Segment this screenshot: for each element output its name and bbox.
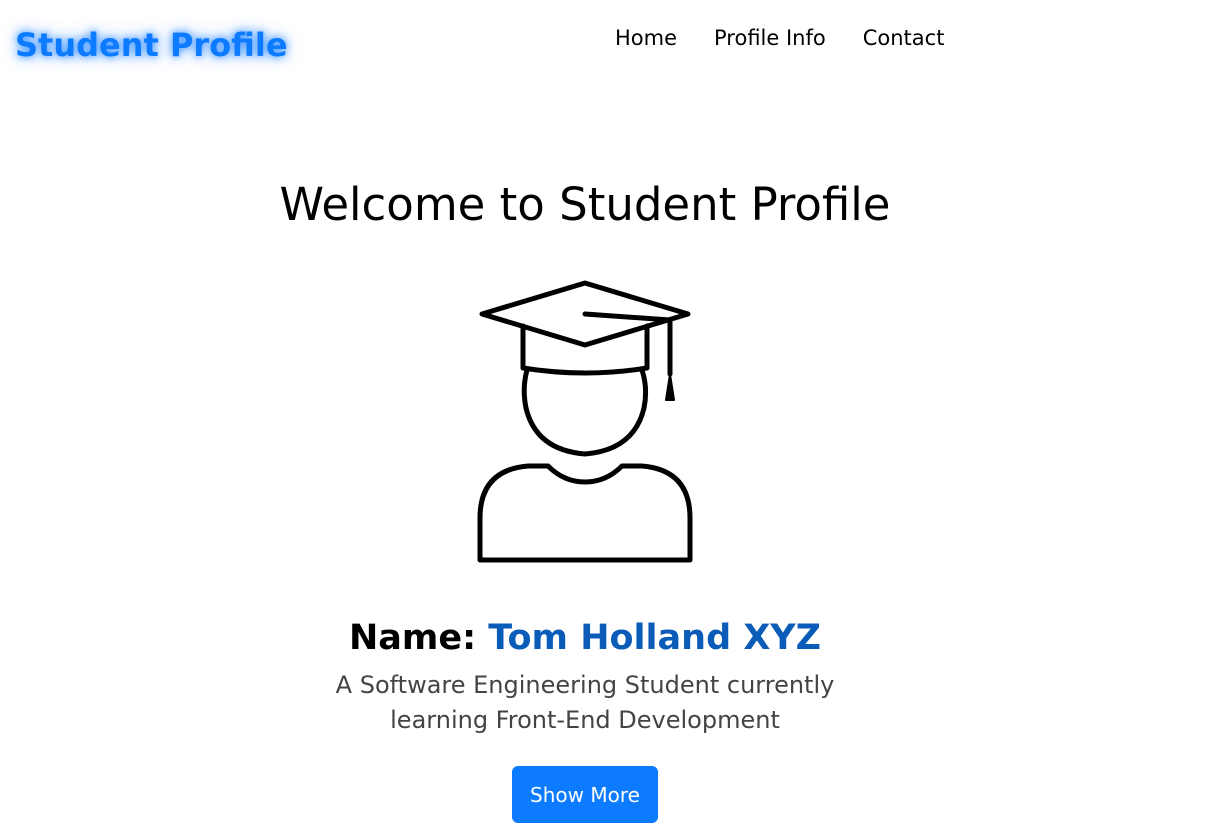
nav-links: Home Profile Info Contact bbox=[615, 26, 944, 50]
name-label: Name: bbox=[348, 618, 477, 658]
student-name: Name: Tom Holland XYZ bbox=[0, 618, 1170, 658]
page-title: Welcome to Student Profile bbox=[279, 178, 891, 231]
nav-link-profile-info[interactable]: Profile Info bbox=[714, 26, 826, 50]
graduate-student-icon bbox=[477, 280, 693, 563]
nav-link-contact[interactable]: Contact bbox=[863, 26, 945, 50]
show-more-button[interactable]: Show More bbox=[512, 766, 658, 823]
brand-logo[interactable]: Student Profile bbox=[15, 26, 288, 64]
name-value: Tom Holland XYZ bbox=[488, 618, 822, 658]
navbar: Student Profile Home Profile Info Contac… bbox=[0, 0, 1206, 90]
nav-link-home[interactable]: Home bbox=[615, 26, 677, 50]
student-description: A Software Engineering Student currently… bbox=[335, 671, 835, 734]
